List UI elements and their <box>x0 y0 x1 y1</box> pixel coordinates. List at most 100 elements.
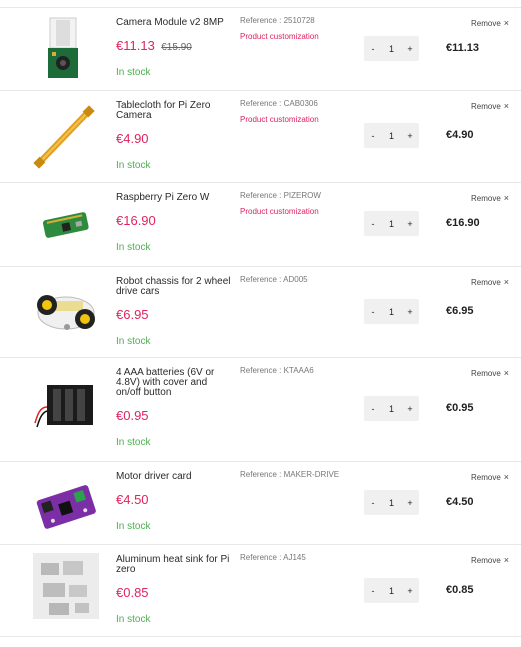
line-total: €4.90 <box>446 129 474 141</box>
remove-label: Remove <box>471 556 501 565</box>
remove-item-button[interactable]: Remove × <box>471 472 509 482</box>
increase-quantity-button[interactable]: + <box>401 131 419 141</box>
product-info: 4 AAA batteries (6V or 4.8V) with cover … <box>116 368 234 449</box>
decrease-quantity-button[interactable]: - <box>364 131 382 141</box>
remove-item-button[interactable]: Remove × <box>471 193 509 203</box>
decrease-quantity-button[interactable]: - <box>364 404 382 414</box>
close-icon: × <box>503 193 510 203</box>
product-customization-link[interactable]: Product customization <box>240 32 360 41</box>
close-icon: × <box>503 368 510 378</box>
product-name[interactable]: Tablecloth for Pi Zero Camera <box>116 101 234 121</box>
close-icon: × <box>503 472 510 482</box>
increase-quantity-button[interactable]: + <box>401 404 419 414</box>
product-prices: €0.85 <box>116 584 234 602</box>
product-price: €16.90 <box>116 213 156 228</box>
close-icon: × <box>503 277 510 287</box>
product-name[interactable]: Aluminum heat sink for Pi zero <box>116 555 234 575</box>
remove-item-button[interactable]: Remove × <box>471 555 509 565</box>
battery-holder-image[interactable] <box>33 372 99 438</box>
product-old-price: €15.90 <box>161 42 192 53</box>
remove-label: Remove <box>471 19 501 28</box>
ribbon-cable-image[interactable] <box>33 103 99 169</box>
product-name[interactable]: Raspberry Pi Zero W <box>116 193 234 203</box>
stock-status: In stock <box>116 160 151 171</box>
product-price: €11.13 <box>116 38 155 53</box>
stock-status: In stock <box>116 67 151 78</box>
product-meta: Reference : PIZEROW Product customizatio… <box>240 191 360 216</box>
line-total: €0.85 <box>446 584 474 596</box>
robot-chassis-image[interactable] <box>33 278 99 344</box>
quantity-stepper[interactable]: - 1 + <box>364 299 419 324</box>
quantity-input[interactable]: 1 <box>383 131 401 141</box>
remove-item-button[interactable]: Remove × <box>471 277 509 287</box>
cart-item-row: Robot chassis for 2 wheel drive cars €6.… <box>0 266 521 357</box>
increase-quantity-button[interactable]: + <box>401 219 419 229</box>
stock-status: In stock <box>116 614 151 625</box>
increase-quantity-button[interactable]: + <box>401 498 419 508</box>
stock-status: In stock <box>116 521 151 532</box>
product-prices: €0.95 <box>116 407 234 425</box>
stock-status: In stock <box>116 242 151 253</box>
product-name[interactable]: Camera Module v2 8MP <box>116 18 234 28</box>
cart-item-row: Camera Module v2 8MP €11.13 €15.90 In st… <box>0 7 521 90</box>
increase-quantity-button[interactable]: + <box>401 586 419 596</box>
product-price: €0.85 <box>116 585 149 600</box>
cart-item-row: Tablecloth for Pi Zero Camera €4.90 In s… <box>0 90 521 182</box>
product-customization-link[interactable]: Product customization <box>240 207 360 216</box>
product-reference: Reference : 2510728 <box>240 16 315 25</box>
motor-driver-image[interactable] <box>33 473 99 539</box>
increase-quantity-button[interactable]: + <box>401 307 419 317</box>
remove-item-button[interactable]: Remove × <box>471 368 509 378</box>
cart-item-row: Aluminum heat sink for Pi zero €0.85 In … <box>0 544 521 637</box>
product-prices: €6.95 <box>116 306 234 324</box>
quantity-input[interactable]: 1 <box>383 404 401 414</box>
product-info: Robot chassis for 2 wheel drive cars €6.… <box>116 277 234 348</box>
remove-label: Remove <box>471 278 501 287</box>
close-icon: × <box>503 555 510 565</box>
decrease-quantity-button[interactable]: - <box>364 586 382 596</box>
quantity-input[interactable]: 1 <box>383 307 401 317</box>
remove-label: Remove <box>471 369 501 378</box>
line-total: €6.95 <box>446 305 474 317</box>
cart-item-row: 4 AAA batteries (6V or 4.8V) with cover … <box>0 357 521 461</box>
product-meta: Reference : MAKER-DRIVE <box>240 470 360 479</box>
product-reference: Reference : AD005 <box>240 275 308 284</box>
remove-label: Remove <box>471 102 501 111</box>
cart-item-row: Raspberry Pi Zero W €16.90 In stock Refe… <box>0 182 521 266</box>
pi-zero-board-image[interactable] <box>33 193 99 259</box>
close-icon: × <box>503 18 510 28</box>
quantity-input[interactable]: 1 <box>383 219 401 229</box>
decrease-quantity-button[interactable]: - <box>364 498 382 508</box>
line-total: €4.50 <box>446 496 474 508</box>
remove-item-button[interactable]: Remove × <box>471 18 509 28</box>
quantity-stepper[interactable]: - 1 + <box>364 123 419 148</box>
quantity-stepper[interactable]: - 1 + <box>364 396 419 421</box>
decrease-quantity-button[interactable]: - <box>364 307 382 317</box>
product-name[interactable]: 4 AAA batteries (6V or 4.8V) with cover … <box>116 368 234 398</box>
line-total: €16.90 <box>446 217 480 229</box>
quantity-stepper[interactable]: - 1 + <box>364 490 419 515</box>
product-name[interactable]: Motor driver card <box>116 472 234 482</box>
quantity-input[interactable]: 1 <box>383 498 401 508</box>
cart-item-row: Motor driver card €4.50 In stock Referen… <box>0 461 521 544</box>
quantity-stepper[interactable]: - 1 + <box>364 578 419 603</box>
remove-item-button[interactable]: Remove × <box>471 101 509 111</box>
decrease-quantity-button[interactable]: - <box>364 44 382 54</box>
quantity-stepper[interactable]: - 1 + <box>364 211 419 236</box>
line-total: €11.13 <box>446 42 480 54</box>
product-name[interactable]: Robot chassis for 2 wheel drive cars <box>116 277 234 297</box>
camera-module-image[interactable] <box>33 16 99 82</box>
heat-sink-image[interactable] <box>33 553 99 619</box>
quantity-stepper[interactable]: - 1 + <box>364 36 419 61</box>
increase-quantity-button[interactable]: + <box>401 44 419 54</box>
quantity-input[interactable]: 1 <box>383 44 401 54</box>
product-meta: Reference : 2510728 Product customizatio… <box>240 16 360 41</box>
product-price: €0.95 <box>116 408 149 423</box>
stock-status: In stock <box>116 437 151 448</box>
product-reference: Reference : MAKER-DRIVE <box>240 470 340 479</box>
product-reference: Reference : PIZEROW <box>240 191 321 200</box>
decrease-quantity-button[interactable]: - <box>364 219 382 229</box>
quantity-input[interactable]: 1 <box>383 586 401 596</box>
product-customization-link[interactable]: Product customization <box>240 115 360 124</box>
remove-label: Remove <box>471 194 501 203</box>
